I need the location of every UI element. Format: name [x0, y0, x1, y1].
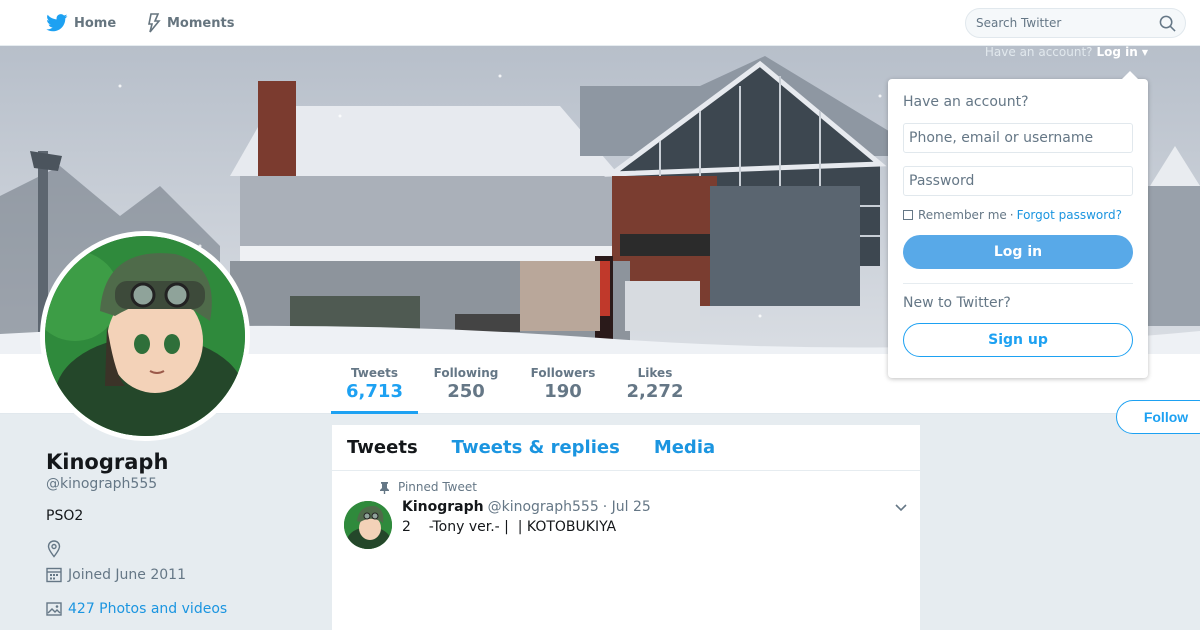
pinned-tweet[interactable]: Pinned Tweet Kinograph @kinograph555 · J… [332, 471, 920, 591]
stat-following[interactable]: Following 250 [431, 354, 501, 414]
pin-icon [380, 481, 389, 494]
tweet-avatar[interactable] [344, 501, 392, 549]
stat-tweets[interactable]: Tweets 6,713 [331, 354, 418, 414]
stat-label: Likes [637, 366, 673, 380]
profile-name: Kinograph [46, 450, 169, 474]
tweet-author-handle[interactable]: @kinograph555 [488, 499, 599, 515]
username-field[interactable] [903, 123, 1133, 153]
login-dropdown: Have an account? Remember me · Forgot pa… [888, 71, 1148, 378]
nav-moments-label: Moments [167, 15, 235, 31]
divider [903, 283, 1133, 284]
password-field[interactable] [903, 166, 1133, 196]
nav-home[interactable]: Home [46, 0, 116, 46]
image-icon [46, 602, 62, 616]
tweet-text: 2 -Tony ver.- | | KOTOBUKIYA [402, 519, 617, 535]
remember-row: Remember me · Forgot password? [903, 208, 1133, 222]
account-prompt-text: Have an account? [984, 45, 1093, 59]
signup-button[interactable]: Sign up [903, 323, 1133, 357]
chevron-down-icon[interactable] [894, 503, 908, 513]
stat-value: 250 [447, 381, 485, 402]
separator-dot: · [1009, 208, 1014, 222]
stat-label: Followers [530, 366, 596, 380]
profile-bio: PSO2 [46, 508, 84, 524]
follow-button[interactable]: Follow [1116, 400, 1200, 434]
stat-label: Tweets [350, 366, 399, 380]
timeline-tabs: Tweets Tweets & replies Media [332, 425, 920, 471]
stat-value: 2,272 [626, 381, 684, 402]
account-prompt: Have an account? Log in ▼ [985, 45, 1148, 59]
remember-label: Remember me [918, 208, 1007, 222]
lightning-icon [148, 13, 161, 33]
tweet-date[interactable]: · Jul 25 [603, 499, 651, 515]
stat-followers[interactable]: Followers 190 [529, 354, 597, 414]
login-title: Have an account? [903, 94, 1029, 110]
new-to-twitter-title: New to Twitter? [903, 295, 1011, 311]
pinned-label: Pinned Tweet [398, 480, 477, 494]
media-row[interactable]: 427 Photos and videos [46, 601, 316, 617]
top-navigation-bar: Home Moments [0, 0, 1200, 46]
pinned-indicator: Pinned Tweet [379, 480, 477, 494]
photos-videos-link[interactable]: 427 Photos and videos [68, 601, 227, 617]
location-pin-icon [47, 540, 61, 558]
login-button[interactable]: Log in [903, 235, 1133, 269]
tweet-author-name[interactable]: Kinograph [402, 499, 484, 515]
twitter-bird-icon [46, 14, 68, 32]
joined-row: Joined June 2011 [46, 566, 316, 583]
login-toggle[interactable]: Log in [1097, 45, 1138, 59]
remember-checkbox[interactable] [903, 210, 913, 220]
tweet-avatar-image [344, 501, 392, 549]
joined-date: Joined June 2011 [68, 566, 186, 583]
search-icon[interactable] [1159, 15, 1176, 32]
timeline: Tweets Tweets & replies Media Pinned Twe… [332, 425, 920, 630]
tweet-header: Kinograph @kinograph555 · Jul 25 [402, 499, 651, 515]
stat-label: Following [433, 366, 499, 380]
avatar-image [45, 236, 245, 436]
profile-card: Kinograph @kinograph555 PSO2 Joined June… [46, 450, 316, 617]
tab-media[interactable]: Media [654, 437, 715, 458]
stat-value: 190 [544, 381, 582, 402]
location-row [46, 540, 316, 558]
nav-home-label: Home [74, 15, 117, 31]
tab-tweets[interactable]: Tweets [347, 437, 418, 458]
stat-likes[interactable]: Likes 2,272 [624, 354, 686, 414]
search-box [965, 8, 1186, 38]
avatar[interactable] [40, 231, 250, 441]
caret-down-icon[interactable]: ▼ [1142, 48, 1148, 57]
forgot-password-link[interactable]: Forgot password? [1017, 208, 1122, 222]
profile-handle[interactable]: @kinograph555 [46, 476, 316, 492]
stat-value: 6,713 [346, 381, 403, 402]
nav-moments[interactable]: Moments [147, 0, 234, 46]
tab-tweets-replies[interactable]: Tweets & replies [452, 437, 620, 458]
calendar-icon [46, 567, 62, 583]
search-input[interactable] [976, 16, 1146, 30]
